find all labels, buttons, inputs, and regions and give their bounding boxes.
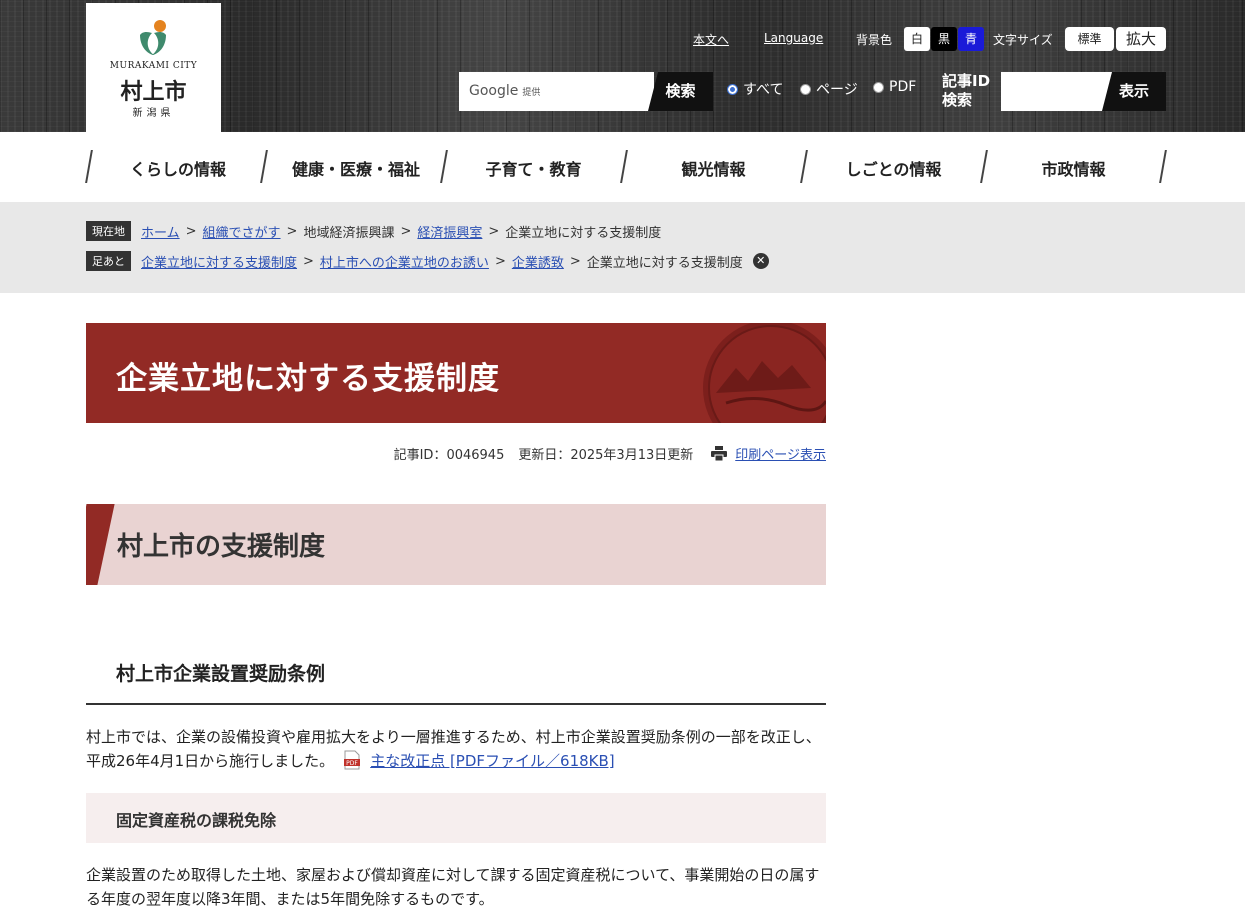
history-current: 企業立地に対する支援制度	[586, 255, 743, 271]
pdf-link[interactable]: 主な改正点 [PDFファイル／618KB]	[370, 752, 614, 770]
bg-black-button[interactable]: 黒	[931, 27, 957, 51]
nav-divider	[800, 150, 808, 183]
logo-english: MURAKAMI CITY	[109, 61, 198, 71]
history-item[interactable]: 企業誘致	[512, 252, 564, 271]
logo-prefecture: 新潟県	[132, 108, 175, 119]
paragraph-tax-exemption: 企業設置のため取得した土地、家屋および償却資産に対して課する固定資産税について、…	[86, 866, 820, 908]
nav-item-tourism[interactable]: 観光情報	[631, 156, 796, 180]
breadcrumb-organization[interactable]: 組織でさがす	[203, 222, 281, 241]
nav-item-work[interactable]: しごとの情報	[811, 156, 976, 180]
radio-pdf[interactable]: PDF	[873, 79, 916, 95]
site-logo[interactable]: MURAKAMI CITY 村上市 新潟県	[86, 3, 221, 132]
nav-divider	[980, 150, 988, 183]
section-heading-h2: 村上市の支援制度	[86, 504, 826, 585]
nav-item-childcare[interactable]: 子育て・教育	[451, 156, 616, 180]
nav-item-living[interactable]: くらしの情報	[98, 156, 258, 180]
article-id-show-button[interactable]: 表示	[1102, 72, 1166, 111]
skip-to-content-link[interactable]: 本文へ	[693, 31, 729, 48]
font-standard-button[interactable]: 標準	[1065, 27, 1114, 51]
pdf-icon: PDF	[344, 750, 361, 770]
google-search-label: Google 提供	[469, 83, 541, 99]
breadcrumb-office[interactable]: 経済振興室	[417, 222, 482, 241]
svg-text:PDF: PDF	[346, 760, 358, 767]
radio-page[interactable]: ページ	[800, 79, 858, 99]
page-title: 企業立地に対する支援制度	[116, 361, 500, 397]
printer-icon	[711, 446, 728, 461]
history-breadcrumb: 足あと 企業立地に対する支援制度 > 村上市への企業立地のお誘い > 企業誘致 > 企…	[86, 251, 769, 271]
page-title-banner: 企業立地に対する支援制度	[86, 323, 826, 423]
breadcrumb-current: 企業立地に対する支援制度	[505, 225, 662, 241]
font-large-button[interactable]: 拡大	[1116, 27, 1166, 51]
city-emblem-icon	[140, 20, 166, 55]
section-heading-h3: 村上市企業設置奨励条例	[86, 658, 826, 705]
lacquerware-plate-icon	[703, 323, 826, 423]
bg-blue-button[interactable]: 青	[958, 27, 984, 51]
breadcrumb-department: 地域経済振興課	[303, 225, 395, 241]
subsection-heading-text: 村上市企業設置奨励条例	[116, 663, 326, 685]
bg-white-button[interactable]: 白	[904, 27, 930, 51]
global-nav: くらしの情報 健康・医療・福祉 子育て・教育 観光情報 しごとの情報 市政情報	[85, 150, 1167, 184]
article-meta: 記事ID：0046945 更新日：2025年3月13日更新 印刷ページ表示	[86, 444, 826, 463]
section-heading-h4: 固定資産税の課税免除	[86, 793, 826, 843]
site-search-input[interactable]: Google 提供	[459, 72, 654, 111]
nav-divider	[440, 150, 448, 183]
breadcrumb-home[interactable]: ホーム	[141, 222, 180, 241]
nav-divider	[1159, 150, 1167, 183]
history-tag: 足あと	[86, 251, 131, 271]
current-location-tag: 現在地	[86, 221, 131, 241]
section-heading-text: 村上市の支援制度	[117, 532, 326, 562]
history-item[interactable]: 村上市への企業立地のお誘い	[320, 252, 489, 271]
print-page-link[interactable]: 印刷ページ表示	[735, 444, 826, 463]
breadcrumb: 現在地 ホーム > 組織でさがす > 地域経済振興課 > 経済振興室 > 企業立地に対す…	[86, 221, 661, 241]
nav-item-health[interactable]: 健康・医療・福祉	[271, 156, 441, 180]
breadcrumb-area: 現在地 ホーム > 組織でさがす > 地域経済振興課 > 経済振興室 > 企業立地に対す…	[0, 202, 1245, 293]
heading-accent-bar	[86, 504, 115, 585]
search-button[interactable]: 検索	[648, 72, 713, 111]
article-id-input[interactable]	[1001, 72, 1113, 111]
updated-date: 更新日：2025年3月13日更新	[518, 448, 694, 463]
article-id-search-label: 記事ID 検索	[942, 72, 991, 109]
bg-color-label: 背景色	[856, 33, 893, 47]
history-item[interactable]: 企業立地に対する支援制度	[141, 252, 297, 271]
site-header: MURAKAMI CITY 村上市 新潟県 本文へ Language 背景色 白…	[0, 0, 1245, 132]
language-link[interactable]: Language	[764, 31, 823, 45]
paragraph-ordinance: 村上市では、企業の設備投資や雇用拡大をより一層推進するため、村上市企業設置奨励条…	[86, 728, 821, 770]
close-icon[interactable]: ✕	[752, 253, 769, 269]
logo-japanese: 村上市	[120, 79, 187, 105]
article-id: 記事ID：0046945	[393, 448, 505, 463]
radio-all[interactable]: すべて	[727, 79, 783, 99]
nav-divider	[260, 150, 268, 183]
nav-item-city-admin[interactable]: 市政情報	[991, 156, 1156, 180]
nav-divider	[620, 150, 628, 183]
font-size-label: 文字サイズ	[993, 33, 1053, 47]
nav-divider	[85, 150, 93, 183]
minor-heading-text: 固定資産税の課税免除	[116, 811, 277, 830]
